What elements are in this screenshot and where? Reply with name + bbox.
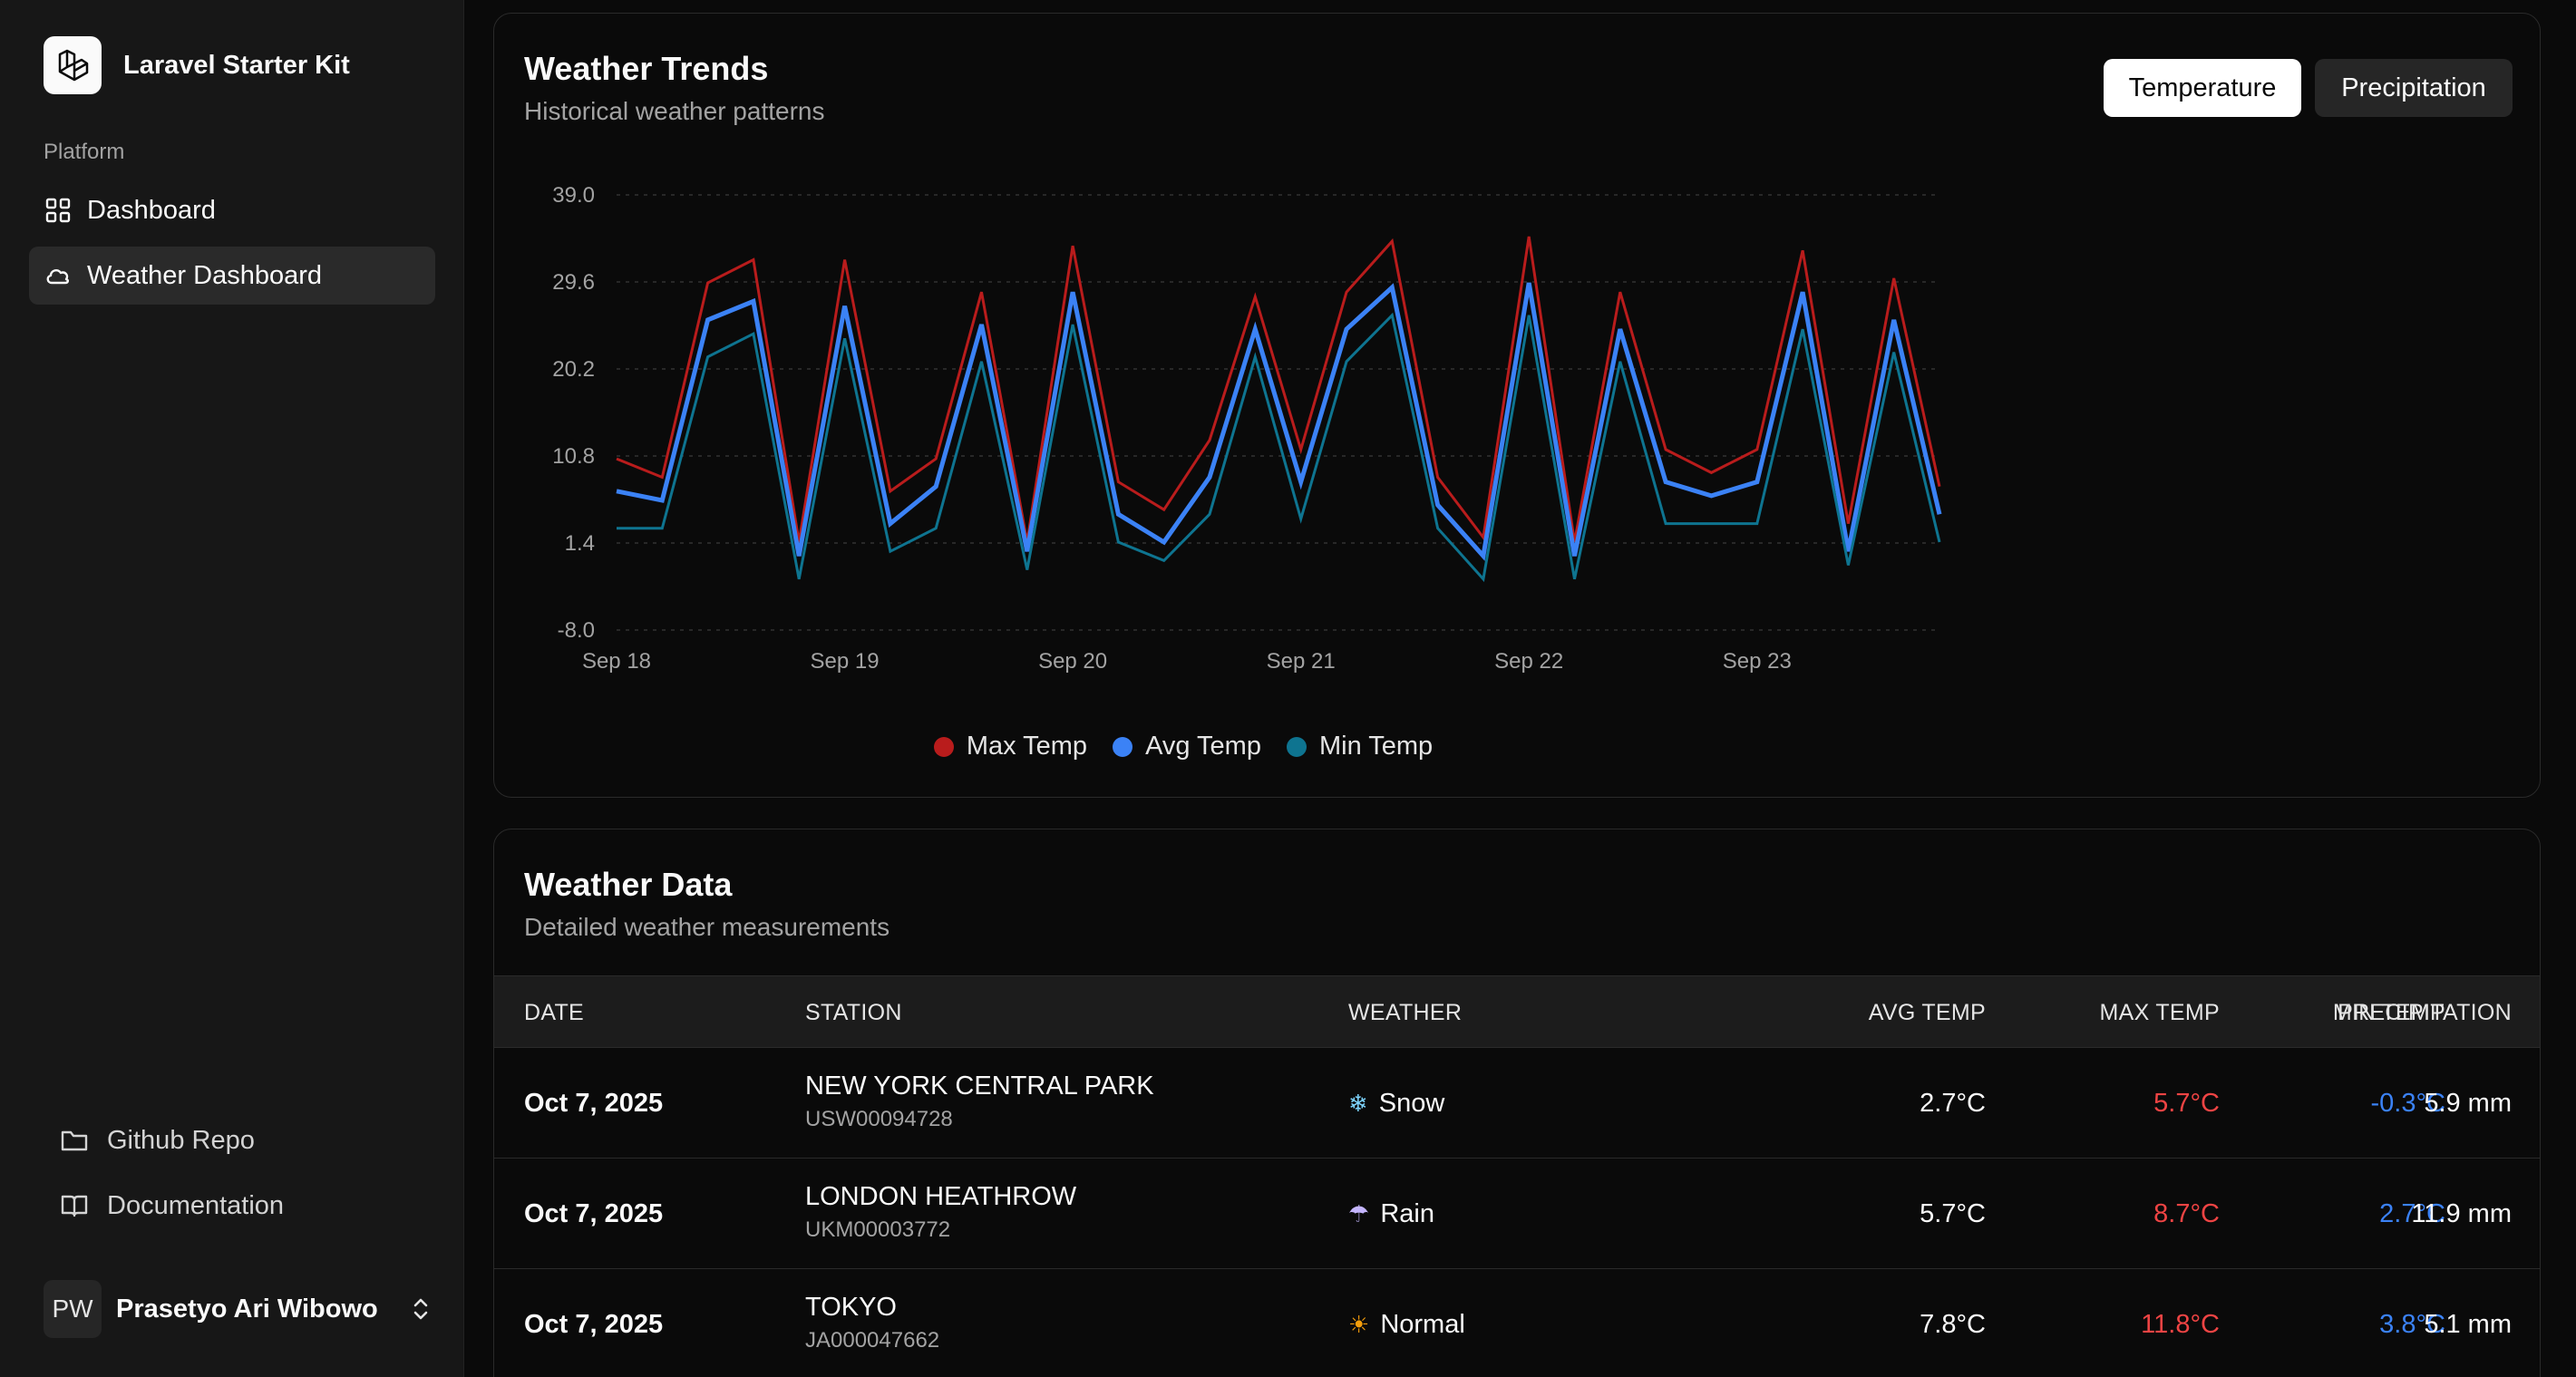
- sidebar: Laravel Starter Kit Platform Dashboard W…: [0, 0, 464, 1377]
- section-label-platform: Platform: [44, 140, 125, 164]
- documentation-label: Documentation: [107, 1190, 285, 1220]
- series-line-avg-temp: [616, 282, 1942, 561]
- weather-trends-chart: 39.0 29.6 20.2 10.8 1.4 -8.0 Sep 18 Sep 19 Sep 2…: [552, 183, 1942, 674]
- chevrons-up-down-icon: [413, 1298, 428, 1320]
- cell-date: Oct 7, 2025: [524, 1198, 664, 1228]
- column-header-avg-temp[interactable]: AVG TEMP: [1854, 976, 1986, 1049]
- cell-weather: ☀ Normal: [1348, 1269, 1548, 1377]
- cell-precipitation: 11.9 mm: [2411, 1198, 2512, 1228]
- x-tick-label: Sep 23: [1723, 649, 1792, 674]
- table-row[interactable]: Oct 7, 2025 LONDON HEATHROW UKM00003772 …: [494, 1159, 2540, 1269]
- sidebar-item-label: Dashboard: [87, 195, 216, 225]
- station-name: NEW YORK CENTRAL PARK: [805, 1072, 1154, 1101]
- x-tick-label: Sep 19: [811, 649, 880, 674]
- y-tick-label: 29.6: [552, 270, 595, 295]
- column-header-weather[interactable]: WEATHER: [1348, 976, 1548, 1049]
- y-tick-label: -8.0: [558, 618, 595, 643]
- folder-icon: [56, 1122, 92, 1159]
- column-header-precipitation[interactable]: PRECIPITATION: [2308, 976, 2512, 1049]
- legend-item-min-temp[interactable]: Min Temp: [1286, 732, 1434, 761]
- snowflake-icon: ❄: [1348, 1089, 1368, 1117]
- y-tick-label: 39.0: [552, 183, 595, 208]
- cell-max-temp: 11.8°C: [2141, 1309, 2220, 1339]
- grid-icon: [44, 196, 73, 225]
- legend-dot: [933, 736, 954, 757]
- card-subtitle: Detailed weather measurements: [524, 913, 890, 941]
- brand-name: Laravel Starter Kit: [123, 50, 350, 80]
- cell-avg-temp: 2.7°C: [1920, 1088, 1986, 1118]
- x-tick-label: Sep 18: [582, 649, 651, 674]
- cell-station: TOKYO JA000047662: [805, 1293, 939, 1353]
- legend-dot: [1113, 736, 1133, 757]
- weather-trends-card: Weather Trends Historical weather patter…: [493, 13, 2541, 798]
- station-id: USW00094728: [805, 1107, 953, 1131]
- laravel-logo-icon: [44, 36, 102, 94]
- rain-icon: ☂: [1348, 1199, 1370, 1227]
- legend-label: Min Temp: [1318, 732, 1434, 761]
- cell-precipitation: 5.9 mm: [2424, 1088, 2512, 1118]
- y-tick-label: 1.4: [565, 531, 595, 556]
- table-row[interactable]: Oct 7, 2025 NEW YORK CENTRAL PARK USW000…: [494, 1048, 2540, 1159]
- x-tick-label: Sep 20: [1038, 649, 1107, 674]
- station-name: LONDON HEATHROW: [805, 1182, 1077, 1211]
- card-title: Weather Data: [524, 866, 733, 903]
- y-tick-label: 10.8: [552, 444, 595, 469]
- chart-legend: Max Temp Avg Temp Min Temp: [494, 732, 1872, 761]
- legend-label: Max Temp: [966, 732, 1088, 761]
- avatar: PW: [44, 1280, 102, 1338]
- cell-date: Oct 7, 2025: [524, 1309, 664, 1339]
- legend-dot: [1286, 736, 1307, 757]
- legend-item-avg-temp[interactable]: Avg Temp: [1113, 732, 1261, 761]
- brand[interactable]: Laravel Starter Kit: [44, 36, 350, 94]
- sidebar-item-dashboard[interactable]: Dashboard: [29, 181, 435, 239]
- book-icon: [56, 1188, 92, 1224]
- github-repo-label: Github Repo: [107, 1125, 255, 1155]
- legend-item-max-temp[interactable]: Max Temp: [933, 732, 1088, 761]
- user-name: Prasetyo Ari Wibowo: [116, 1294, 378, 1324]
- station-id: JA000047662: [805, 1328, 940, 1353]
- cell-precipitation: 5.1 mm: [2424, 1309, 2512, 1339]
- sidebar-item-label: Weather Dashboard: [87, 260, 323, 290]
- table-header: DATE STATION WEATHER AVG TEMP MAX TEMP M…: [494, 975, 2540, 1049]
- app-root: Laravel Starter Kit Platform Dashboard W…: [0, 0, 2576, 1377]
- column-header-date[interactable]: DATE: [524, 976, 796, 1049]
- cell-max-temp: 5.7°C: [2153, 1088, 2220, 1118]
- legend-label: Avg Temp: [1145, 732, 1261, 761]
- y-tick-label: 20.2: [552, 357, 595, 382]
- cell-weather: ❄ Snow: [1348, 1048, 1548, 1159]
- cell-date: Oct 7, 2025: [524, 1088, 664, 1118]
- cell-weather: ☂ Rain: [1348, 1159, 1548, 1269]
- weather-data-card: Weather Data Detailed weather measuremen…: [493, 829, 2541, 1377]
- column-header-max-temp[interactable]: MAX TEMP: [2036, 976, 2220, 1049]
- column-header-station[interactable]: STATION: [805, 976, 1313, 1049]
- weather-label: Normal: [1380, 1309, 1465, 1339]
- documentation-link[interactable]: Documentation: [56, 1180, 284, 1231]
- station-name: TOKYO: [805, 1293, 897, 1322]
- sun-icon: ☀: [1348, 1310, 1370, 1338]
- weather-label: Rain: [1380, 1198, 1434, 1228]
- cell-station: LONDON HEATHROW UKM00003772: [805, 1182, 1076, 1243]
- station-id: UKM00003772: [805, 1217, 951, 1242]
- x-tick-label: Sep 22: [1494, 649, 1563, 674]
- table-row[interactable]: Oct 7, 2025 TOKYO JA000047662 ☀ Normal 7…: [494, 1269, 2540, 1377]
- weather-label: Snow: [1378, 1088, 1445, 1118]
- github-repo-link[interactable]: Github Repo: [56, 1115, 255, 1166]
- cell-avg-temp: 5.7°C: [1920, 1198, 1986, 1228]
- cloud-icon: [44, 261, 73, 290]
- sidebar-item-weather-dashboard[interactable]: Weather Dashboard: [29, 247, 435, 305]
- user-menu[interactable]: PW Prasetyo Ari Wibowo: [44, 1278, 435, 1340]
- cell-station: NEW YORK CENTRAL PARK USW00094728: [805, 1072, 1154, 1132]
- x-tick-label: Sep 21: [1267, 649, 1336, 674]
- cell-max-temp: 8.7°C: [2153, 1198, 2220, 1228]
- cell-avg-temp: 7.8°C: [1920, 1309, 1986, 1339]
